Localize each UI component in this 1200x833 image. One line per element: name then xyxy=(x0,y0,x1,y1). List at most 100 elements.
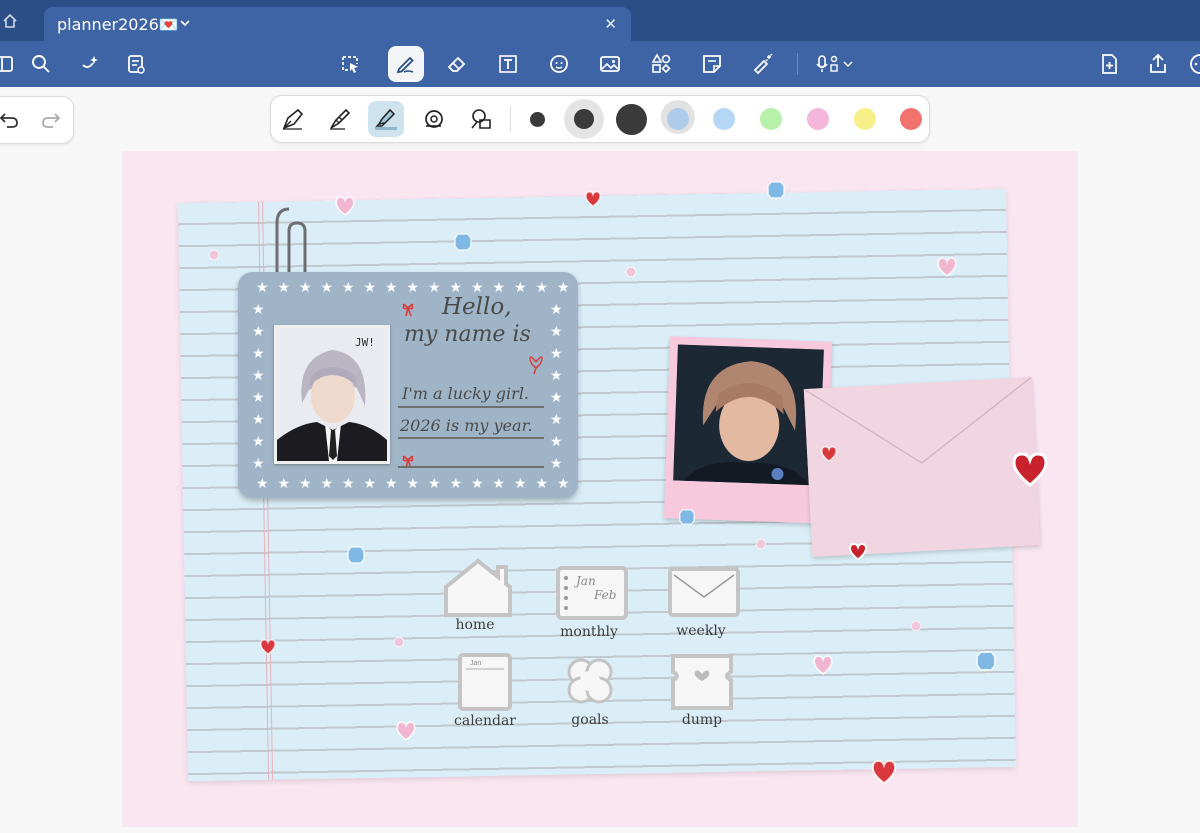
color-swatch-6[interactable] xyxy=(900,108,922,130)
size-small-option[interactable] xyxy=(517,99,557,139)
dot-gem-icon xyxy=(208,249,220,261)
heart-gem-icon xyxy=(871,759,897,785)
undo-redo-group xyxy=(0,96,74,144)
tab-planner2026[interactable]: planner2026💌 ✕ xyxy=(44,7,631,41)
star-decoration: ★ xyxy=(252,411,265,427)
star-decoration: ★ xyxy=(252,455,265,471)
diamond-gem-icon xyxy=(976,651,996,671)
star-decoration: ★ xyxy=(363,279,377,295)
color-swatch-1[interactable] xyxy=(667,108,689,130)
star-decoration: ★ xyxy=(471,475,484,491)
envelope-sticker[interactable] xyxy=(803,377,1041,557)
hello-text: Hello, xyxy=(442,294,512,320)
star-decoration: ★ xyxy=(535,279,549,295)
color-swatch-2[interactable] xyxy=(713,108,735,130)
add-page-button[interactable] xyxy=(1091,46,1127,82)
sticky-note-icon xyxy=(703,55,721,73)
chevron-down-icon[interactable] xyxy=(179,16,191,34)
shape-pen-icon xyxy=(471,109,491,129)
sticker-icon xyxy=(550,55,568,73)
audio-record-button[interactable] xyxy=(809,46,863,82)
shapes-button[interactable] xyxy=(643,46,679,82)
share-button[interactable] xyxy=(1140,46,1176,82)
heart-sticker-icon xyxy=(848,542,868,561)
star-decoration: ★ xyxy=(406,475,420,491)
lasso-button[interactable] xyxy=(332,46,368,82)
sticker-button[interactable] xyxy=(541,46,577,82)
portrait-photo xyxy=(673,344,824,486)
nav-label: dump xyxy=(681,712,723,728)
lasso-icon xyxy=(342,56,358,73)
size-medium-option[interactable] xyxy=(564,99,604,139)
toolbar-divider xyxy=(797,53,798,75)
color-swatch-3[interactable] xyxy=(760,108,782,130)
redo-icon[interactable] xyxy=(39,108,63,137)
fountain-pen-tool[interactable] xyxy=(275,101,311,137)
nav-monthly[interactable]: Jan Feb monthly xyxy=(554,564,628,640)
text-box-button[interactable] xyxy=(490,46,526,82)
image-button[interactable] xyxy=(592,46,628,82)
close-icon[interactable]: ✕ xyxy=(604,15,617,33)
tape-tool[interactable] xyxy=(416,101,452,137)
nav-dump[interactable]: dump xyxy=(667,652,737,728)
underline xyxy=(398,466,544,468)
highlighter-icon xyxy=(375,108,397,130)
more-button[interactable] xyxy=(1182,46,1200,82)
size-large-option[interactable] xyxy=(611,99,651,139)
color-swatch-4[interactable] xyxy=(807,108,829,130)
outline-icon xyxy=(128,55,145,74)
nav-weekly[interactable]: weekly xyxy=(666,563,740,639)
nav-home[interactable]: home xyxy=(440,557,512,633)
star-decoration: ★ xyxy=(342,475,355,491)
pen-button[interactable] xyxy=(388,46,424,82)
star-decoration: ★ xyxy=(550,323,563,339)
calendar-header: Jan xyxy=(470,660,482,667)
home-tab[interactable] xyxy=(0,0,20,41)
sticky-note-button[interactable] xyxy=(694,46,730,82)
notepad-icon xyxy=(556,566,628,620)
heart-sticker-icon xyxy=(1012,452,1048,487)
color-swatch-5[interactable] xyxy=(854,108,876,130)
star-decoration: ★ xyxy=(492,475,506,491)
laser-pointer-icon xyxy=(753,53,773,75)
id-card-sticker[interactable]: ★ ★ ★ ★ ★ ★ ★ ★ ★ ★ ★ ★ ★ ★ ★ ★ ★ ★ ★ ★ ★ ★ ★ ★ ★ ★ ★ ★ ★ ★ ★ ★ ★ ★ ★ ★ ★ ★ ★ ★… xyxy=(238,272,578,498)
star-decoration: ★ xyxy=(550,301,563,317)
star-decoration: ★ xyxy=(256,475,269,491)
star-decoration: ★ xyxy=(299,279,312,295)
star-decoration: ★ xyxy=(514,279,527,295)
nav-label: weekly xyxy=(676,623,726,639)
star-decoration: ★ xyxy=(277,475,291,491)
sidebar-button[interactable] xyxy=(0,46,22,82)
heart-gem-icon xyxy=(260,639,276,656)
envelope-icon xyxy=(668,567,740,617)
audio-record-icon xyxy=(816,55,853,72)
tab-title: planner2026💌 xyxy=(57,15,179,34)
eraser-button[interactable] xyxy=(439,46,475,82)
house-icon xyxy=(444,558,512,617)
star-decoration: ★ xyxy=(320,475,334,491)
heart-gem-icon xyxy=(821,446,837,463)
nav-calendar[interactable]: Jan calendar xyxy=(450,653,520,729)
star-decoration: ★ xyxy=(256,279,269,295)
lucky-girl-text: I'm a lucky girl. xyxy=(402,384,530,403)
star-decoration: ★ xyxy=(557,279,570,295)
add-page-icon xyxy=(1102,54,1117,74)
shapes-icon xyxy=(651,53,671,74)
laser-pointer-button[interactable] xyxy=(745,46,781,82)
search-button[interactable] xyxy=(23,46,59,82)
undo-icon[interactable] xyxy=(0,108,21,137)
shape-pen-tool[interactable] xyxy=(463,101,499,137)
underline xyxy=(398,437,544,439)
brush-pen-tool[interactable] xyxy=(322,101,358,137)
tape-icon xyxy=(425,110,443,128)
text-box-icon xyxy=(499,55,517,73)
share-icon xyxy=(1150,53,1166,73)
ticket-icon xyxy=(671,654,733,710)
nav-goals[interactable]: goals xyxy=(555,652,625,728)
highlighter-tool[interactable] xyxy=(368,101,404,137)
star-decoration: ★ xyxy=(550,455,563,471)
month-label: Jan xyxy=(576,574,596,588)
ai-button[interactable] xyxy=(72,46,108,82)
outline-button[interactable] xyxy=(118,46,154,82)
dot-gem-icon xyxy=(625,266,637,278)
